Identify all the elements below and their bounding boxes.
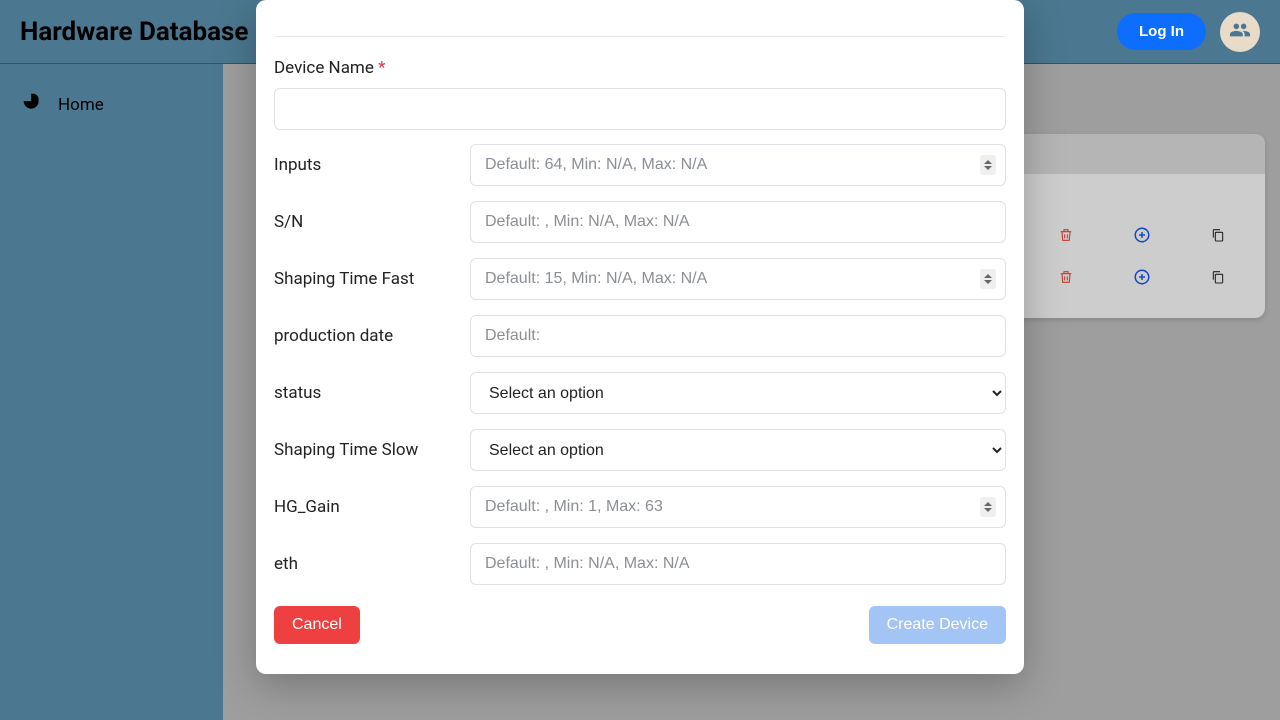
device-name-input[interactable] bbox=[274, 88, 1006, 130]
form: Device Name * Inputs S/N Shaping Time Fa… bbox=[274, 36, 1006, 644]
hg-gain-label: HG_Gain bbox=[274, 497, 470, 517]
hg-gain-input[interactable] bbox=[470, 486, 1006, 528]
eth-input[interactable] bbox=[470, 543, 1006, 585]
form-group-device-name: Device Name * bbox=[274, 58, 1006, 130]
shaping-slow-select[interactable]: Select an option bbox=[470, 429, 1006, 471]
form-row-hg-gain: HG_Gain bbox=[274, 486, 1006, 528]
status-select[interactable]: Select an option bbox=[470, 372, 1006, 414]
form-row-status: status Select an option bbox=[274, 372, 1006, 414]
form-row-shaping-slow: Shaping Time Slow Select an option bbox=[274, 429, 1006, 471]
create-device-modal: Device Name * Inputs S/N Shaping Time Fa… bbox=[256, 0, 1024, 674]
prod-date-input[interactable] bbox=[470, 315, 1006, 357]
shaping-fast-label: Shaping Time Fast bbox=[274, 269, 470, 289]
status-label: status bbox=[274, 383, 470, 403]
required-asterisk: * bbox=[378, 58, 385, 78]
sn-input[interactable] bbox=[470, 201, 1006, 243]
device-name-label: Device Name * bbox=[274, 58, 1006, 78]
create-device-button[interactable]: Create Device bbox=[869, 606, 1006, 644]
device-name-label-text: Device Name bbox=[274, 58, 374, 78]
inputs-input[interactable] bbox=[470, 144, 1006, 186]
cancel-button[interactable]: Cancel bbox=[274, 606, 360, 644]
shaping-fast-input[interactable] bbox=[470, 258, 1006, 300]
form-row-eth: eth bbox=[274, 543, 1006, 585]
prod-date-label: production date bbox=[274, 326, 470, 346]
modal-divider bbox=[274, 36, 1006, 42]
shaping-slow-label: Shaping Time Slow bbox=[274, 440, 470, 460]
inputs-label: Inputs bbox=[274, 155, 470, 175]
modal-footer: Cancel Create Device bbox=[274, 600, 1006, 644]
sn-label: S/N bbox=[274, 212, 470, 232]
form-row-sn: S/N bbox=[274, 201, 1006, 243]
eth-label: eth bbox=[274, 554, 470, 574]
form-row-inputs: Inputs bbox=[274, 144, 1006, 186]
form-row-shaping-fast: Shaping Time Fast bbox=[274, 258, 1006, 300]
form-row-prod-date: production date bbox=[274, 315, 1006, 357]
